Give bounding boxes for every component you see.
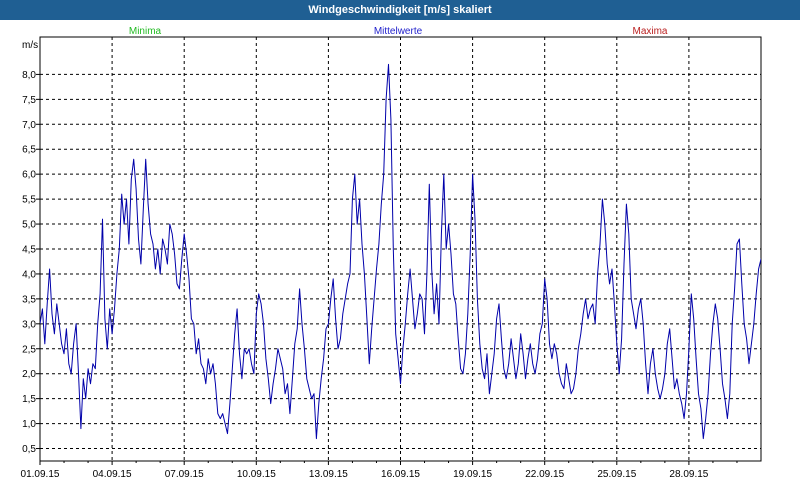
y-tick-label: 8,0 <box>22 70 36 81</box>
y-tick-label: 3,0 <box>22 319 36 330</box>
y-tick-label: 6,5 <box>22 145 36 156</box>
x-tick-label: 19.09.15 <box>453 469 492 480</box>
x-tick-label: 07.09.15 <box>165 469 204 480</box>
y-tick-label: 4,5 <box>22 245 36 256</box>
y-tick-label: 1,0 <box>22 419 36 430</box>
y-tick-label: 5,0 <box>22 220 36 231</box>
x-tick-label: 04.09.15 <box>93 469 132 480</box>
wind-speed-chart: 0,5 1,0 1,5 2,0 2,5 3,0 3,5 4,0 4,5 5,0 5,5 6,0 6,5 7… <box>0 20 800 500</box>
y-tick-label: 6,0 <box>22 170 36 181</box>
y-tick-label: 0,5 <box>22 444 36 455</box>
y-axis-unit-label: m/s <box>22 40 38 51</box>
legend-item-minima: Minima <box>129 26 162 37</box>
y-tick-label: 2,5 <box>22 344 36 355</box>
x-tick-label: 10.09.15 <box>237 469 276 480</box>
y-tick-label: 4,0 <box>22 269 36 280</box>
legend-item-mittelwerte: Mittelwerte <box>374 26 423 37</box>
y-tick-label: 7,0 <box>22 120 36 131</box>
chart-title: Windgeschwindigkeit [m/s] skaliert <box>0 0 800 20</box>
y-tick-label: 2,0 <box>22 369 36 380</box>
y-tick-label: 5,5 <box>22 195 36 206</box>
x-tick-label: 13.09.15 <box>309 469 348 480</box>
x-tick-label: 16.09.15 <box>381 469 420 480</box>
x-tick-label: 25.09.15 <box>597 469 636 480</box>
y-tick-label: 7,5 <box>22 95 36 106</box>
y-tick-label: 3,5 <box>22 294 36 305</box>
legend-item-maxima: Maxima <box>632 26 667 37</box>
y-tick-label: 1,5 <box>22 394 36 405</box>
x-tick-label: 28.09.15 <box>669 469 708 480</box>
x-tick-label: 22.09.15 <box>525 469 564 480</box>
x-tick-label: 01.09.15 <box>21 469 60 480</box>
